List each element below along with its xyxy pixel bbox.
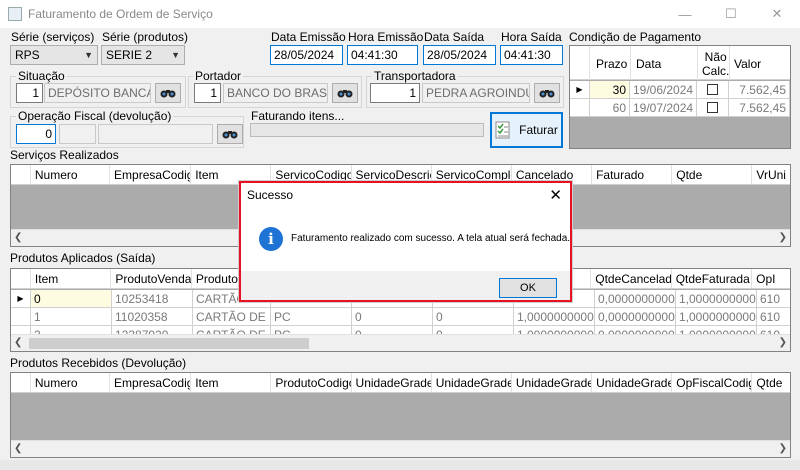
situacao-desc-field: DEPÓSITO BANCÁF	[44, 83, 151, 103]
col-nao-calc: Não Calc.	[702, 50, 730, 78]
situacao-search-button[interactable]	[155, 83, 181, 103]
operacao-desc2-field	[98, 124, 213, 144]
situacao-label: Situação	[16, 69, 67, 83]
situacao-code-input[interactable]: 1	[16, 83, 43, 103]
nao-calc-checkbox[interactable]	[697, 81, 729, 99]
portador-desc-field: BANCO DO BRASIL	[223, 83, 328, 103]
transportadora-label: Transportadora	[372, 69, 458, 83]
transportadora-desc-field: PEDRA AGROINDUS	[422, 83, 530, 103]
pagamento-header: Prazo Data Não Calc. Valor	[570, 46, 790, 80]
operacao-search-button[interactable]	[217, 124, 243, 144]
chevron-left-icon[interactable]: ❮	[14, 337, 22, 348]
dialog-body: i Faturamento realizado com sucesso. A t…	[241, 209, 570, 271]
portador-code-input[interactable]: 1	[194, 83, 221, 103]
row-indicator-icon: ▶	[11, 290, 31, 308]
app-icon	[8, 7, 22, 21]
produtos-aplicados-scrollbar[interactable]: ❮ ❯	[11, 334, 790, 351]
serie-produtos-select[interactable]: SERIE 2 ▼	[101, 45, 185, 65]
pagamento-grid[interactable]: Prazo Data Não Calc. Valor ▶ 30 19/06/202…	[569, 45, 791, 149]
binoculars-icon	[337, 90, 353, 98]
table-row[interactable]: 1 11020358 CARTÃO DE ... PC 0 0 1,000000…	[11, 308, 790, 326]
dialog-close-icon[interactable]: ✕	[549, 186, 562, 204]
transportadora-code-input[interactable]: 1	[370, 83, 420, 103]
ok-button[interactable]: OK	[499, 278, 557, 298]
bottom-edge	[0, 460, 800, 470]
title-bar: Faturamento de Ordem de Serviço — ☐ ✕	[0, 0, 800, 28]
serie-produtos-value: SERIE 2	[106, 48, 153, 62]
faturando-progress-bar	[250, 123, 484, 137]
faturar-button[interactable]: Faturar	[490, 112, 563, 148]
chevron-down-icon: ▼	[84, 50, 93, 60]
table-row[interactable]: ▶ 30 19/06/2024 7.562,45	[570, 81, 790, 99]
maximize-button[interactable]: ☐	[708, 0, 754, 28]
col-prazo: Prazo	[596, 57, 628, 71]
serie-servicos-select[interactable]: RPS ▼	[10, 45, 98, 65]
faturando-label: Faturando itens...	[251, 109, 345, 123]
operacao-code-input[interactable]: 0	[16, 124, 56, 144]
data-emissao-input[interactable]: 28/05/2024	[270, 45, 343, 65]
col-data: Data	[636, 57, 662, 71]
portador-search-button[interactable]	[332, 83, 358, 103]
chevron-right-icon[interactable]: ❯	[779, 232, 787, 243]
portador-label: Portador	[193, 69, 244, 83]
produtos-aplicados-label: Produtos Aplicados (Saída)	[10, 251, 156, 265]
produtos-recebidos-header: Numero EmpresaCodig Item ProdutoCodigo U…	[11, 373, 790, 393]
dialog-title: Sucesso	[247, 188, 294, 202]
minimize-button[interactable]: —	[662, 0, 708, 28]
transportadora-search-button[interactable]	[534, 83, 560, 103]
operacao-desc-field	[59, 124, 96, 144]
data-saida-input[interactable]: 28/05/2024	[423, 45, 496, 65]
binoculars-icon	[539, 90, 555, 98]
produtos-recebidos-grid[interactable]: Numero EmpresaCodig Item ProdutoCodigo U…	[10, 372, 791, 458]
servicos-label: Serviços Realizados	[10, 148, 119, 162]
chevron-down-icon: ▼	[171, 50, 180, 60]
col-valor: Valor	[734, 57, 762, 71]
info-icon: i	[259, 227, 283, 251]
nao-calc-checkbox[interactable]	[697, 99, 729, 117]
serie-produtos-label: Série (produtos)	[102, 30, 189, 44]
chevron-right-icon[interactable]: ❯	[779, 443, 787, 454]
binoculars-icon	[160, 90, 176, 98]
hora-emissao-input[interactable]: 04:41:30	[347, 45, 418, 65]
hora-emissao-label: Hora Emissão	[348, 30, 424, 44]
dialog-message: Faturamento realizado com sucesso. A tel…	[291, 233, 571, 244]
row-indicator-icon: ▶	[570, 81, 590, 99]
chevron-left-icon[interactable]: ❮	[14, 443, 22, 454]
pagamento-label: Condição de Pagamento	[569, 30, 702, 44]
window-title: Faturamento de Ordem de Serviço	[28, 7, 213, 21]
operacao-label: Operação Fiscal (devolução)	[16, 109, 174, 123]
dialog-title-bar: Sucesso ✕	[241, 183, 570, 209]
produtos-recebidos-scrollbar[interactable]: ❮ ❯	[11, 440, 790, 457]
binoculars-icon	[222, 131, 238, 139]
hora-saida-label: Hora Saída	[501, 30, 562, 44]
data-saida-label: Data Saída	[424, 30, 485, 44]
scroll-thumb[interactable]	[29, 338, 309, 349]
chevron-right-icon[interactable]: ❯	[779, 337, 787, 348]
hora-saida-input[interactable]: 04:41:30	[500, 45, 563, 65]
serie-servicos-label: Série (serviços)	[11, 30, 95, 44]
serie-servicos-value: RPS	[15, 48, 40, 62]
close-button[interactable]: ✕	[754, 0, 800, 28]
data-emissao-label: Data Emissão	[271, 30, 346, 44]
chevron-left-icon[interactable]: ❮	[14, 232, 22, 243]
success-dialog: Sucesso ✕ i Faturamento realizado com su…	[239, 181, 572, 302]
table-row[interactable]: 60 19/07/2024 7.562,45	[570, 99, 790, 117]
faturar-label: Faturar	[519, 123, 558, 137]
checklist-icon	[495, 121, 510, 139]
produtos-recebidos-label: Produtos Recebidos (Devolução)	[10, 356, 187, 370]
